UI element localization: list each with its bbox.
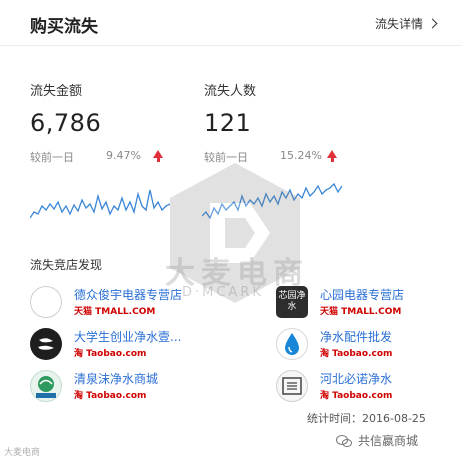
compare-change: 9.47%: [106, 149, 141, 162]
footer-watermark: 大麦电商: [4, 448, 41, 458]
shop-logo: [30, 328, 62, 360]
shop-logo: [276, 328, 308, 360]
metric-value: 6,786: [30, 109, 102, 137]
metric-label: 流失人数: [204, 84, 257, 99]
shop-name[interactable]: 心园电器专营店: [320, 286, 404, 303]
platform-badge: 淘 Taobao.com: [320, 349, 393, 359]
shop-name[interactable]: 净水配件批发: [320, 328, 392, 345]
section-title: 流失竞店发现: [30, 258, 103, 272]
stat-time: 统计时间：2016-08-25: [307, 412, 426, 425]
compare-change: 15.24%: [280, 149, 322, 162]
loss-detail-link[interactable]: 流失详情: [374, 15, 438, 32]
footer-account: 共信嬴商城: [336, 432, 418, 449]
metric-value: 121: [204, 109, 252, 137]
shop-name[interactable]: 德众俊宇电器专营店: [74, 286, 182, 303]
loss-amount-sparkline: [30, 189, 170, 219]
shop-item[interactable]: 大学生创业净水壹... 淘 Taobao.com: [30, 326, 230, 364]
shop-item[interactable]: 清泉沫净水商城 淘 Taobao.com: [30, 368, 230, 406]
shop-logo: [30, 370, 62, 402]
metric-compare: 较前一日 9.47%: [30, 149, 190, 164]
loss-detail-label: 流失详情: [374, 17, 423, 31]
shop-item[interactable]: 河北必诺净水 淘 Taobao.com: [276, 368, 462, 406]
chevron-right-icon: [427, 18, 438, 29]
footer-account-name: 共信嬴商城: [358, 434, 419, 448]
shop-name[interactable]: 河北必诺净水: [320, 370, 392, 387]
seal-icon: [282, 377, 302, 395]
metric-loss-count: 流失人数 121 较前一日 15.24%: [204, 80, 364, 164]
platform-badge: 淘 Taobao.com: [74, 349, 147, 359]
panel-header: 购买流失 流失详情: [0, 0, 462, 46]
compare-label: 较前一日: [204, 151, 248, 164]
platform-badge: 天猫 TMALL.COM: [320, 307, 402, 317]
brush-icon: [38, 338, 54, 350]
loss-count-sparkline: [202, 182, 342, 220]
shop-logo: [276, 370, 308, 402]
shop-name[interactable]: 大学生创业净水壹...: [74, 328, 181, 345]
metric-compare: 较前一日 15.24%: [204, 149, 364, 164]
shop-name[interactable]: 清泉沫净水商城: [74, 370, 158, 387]
metric-loss-amount: 流失金额 6,786 较前一日 9.47%: [30, 80, 190, 164]
platform-badge: 淘 Taobao.com: [74, 391, 147, 401]
compare-label: 较前一日: [30, 151, 74, 164]
water-drop-icon: [285, 333, 299, 355]
metric-label: 流失金额: [30, 84, 83, 99]
shop-item[interactable]: 芯园净水 心园电器专营店 天猫 TMALL.COM: [276, 284, 462, 322]
arrow-up-icon: [327, 150, 337, 162]
shop-logo: 芯园净水: [276, 286, 308, 318]
platform-badge: 淘 Taobao.com: [320, 391, 393, 401]
wechat-icon: [336, 435, 352, 447]
platform-badge: 天猫 TMALL.COM: [74, 307, 156, 317]
page-title: 购买流失: [30, 17, 98, 37]
spring-icon: [36, 376, 56, 398]
shop-item[interactable]: 德众俊宇电器专营店 天猫 TMALL.COM: [30, 284, 230, 322]
shop-item[interactable]: 净水配件批发 淘 Taobao.com: [276, 326, 462, 364]
shop-logo: [30, 286, 62, 318]
arrow-up-icon: [153, 150, 163, 162]
